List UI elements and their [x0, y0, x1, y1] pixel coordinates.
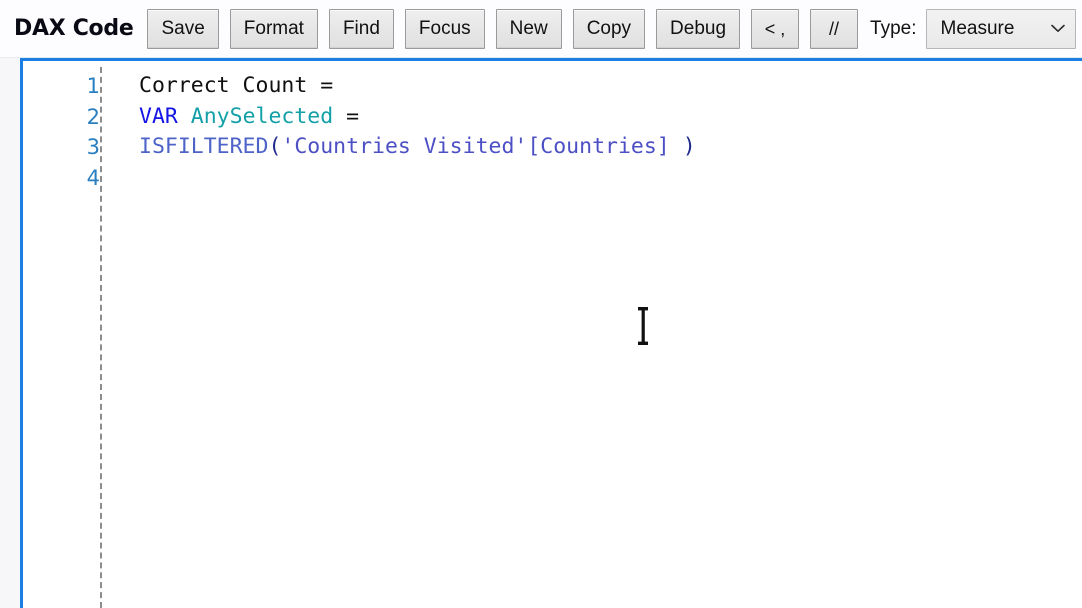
chevron-down-icon: [1050, 24, 1065, 32]
code-line[interactable]: VAR AnySelected =: [139, 102, 1082, 133]
find-button[interactable]: Find: [328, 8, 394, 49]
type-select-value: Measure: [940, 18, 1015, 39]
code-line[interactable]: [139, 163, 1082, 194]
code-token-fn: ISFILTERED: [139, 134, 269, 159]
type-select[interactable]: Measure: [925, 8, 1076, 49]
page-title: DAX Code: [14, 15, 134, 41]
code-editor[interactable]: 1234 Correct Count = VAR AnySelected = ISF…: [20, 58, 1082, 608]
type-label: Type:: [870, 18, 917, 39]
code-token-ref: 'Countries Visited'[Countries]: [281, 134, 670, 159]
save-button[interactable]: Save: [147, 8, 219, 49]
code-token-paren: (: [268, 134, 282, 159]
code-surface[interactable]: 1234 Correct Count = VAR AnySelected = ISF…: [23, 61, 1082, 608]
line-number: 4: [86, 165, 100, 190]
new-button[interactable]: New: [495, 8, 562, 49]
toolbar: DAX Code Save Format Find Focus New Copy…: [0, 0, 1082, 58]
code-token-paren: ): [682, 134, 696, 159]
line-number: 2: [86, 104, 100, 129]
debug-button[interactable]: Debug: [656, 8, 741, 49]
comment-button[interactable]: //: [810, 8, 859, 49]
line-number: 3: [86, 135, 100, 159]
code-line[interactable]: ISFILTERED('Countries Visited'[Countries…: [139, 132, 1082, 163]
code-token-kw: VAR: [139, 103, 178, 129]
code-token-var: AnySelected: [190, 103, 334, 129]
dax-code-editor-window: DAX Code Save Format Find Focus New Copy…: [0, 0, 1082, 608]
line-number-gutter: 1 2 3 4: [23, 71, 100, 193]
code-text-area[interactable]: Correct Count = VAR AnySelected = ISFILTER…: [139, 71, 1082, 193]
line-number: 1: [86, 74, 100, 98]
gutter-divider: [100, 67, 102, 608]
copy-button[interactable]: Copy: [572, 8, 646, 49]
less-comma-button[interactable]: < ,: [751, 8, 800, 49]
code-token-plain: Correct Count =: [139, 73, 334, 98]
focus-button[interactable]: Focus: [404, 8, 485, 49]
format-button[interactable]: Format: [229, 8, 318, 49]
code-token-plain: =: [346, 103, 360, 129]
code-line[interactable]: Correct Count =: [139, 71, 1082, 102]
